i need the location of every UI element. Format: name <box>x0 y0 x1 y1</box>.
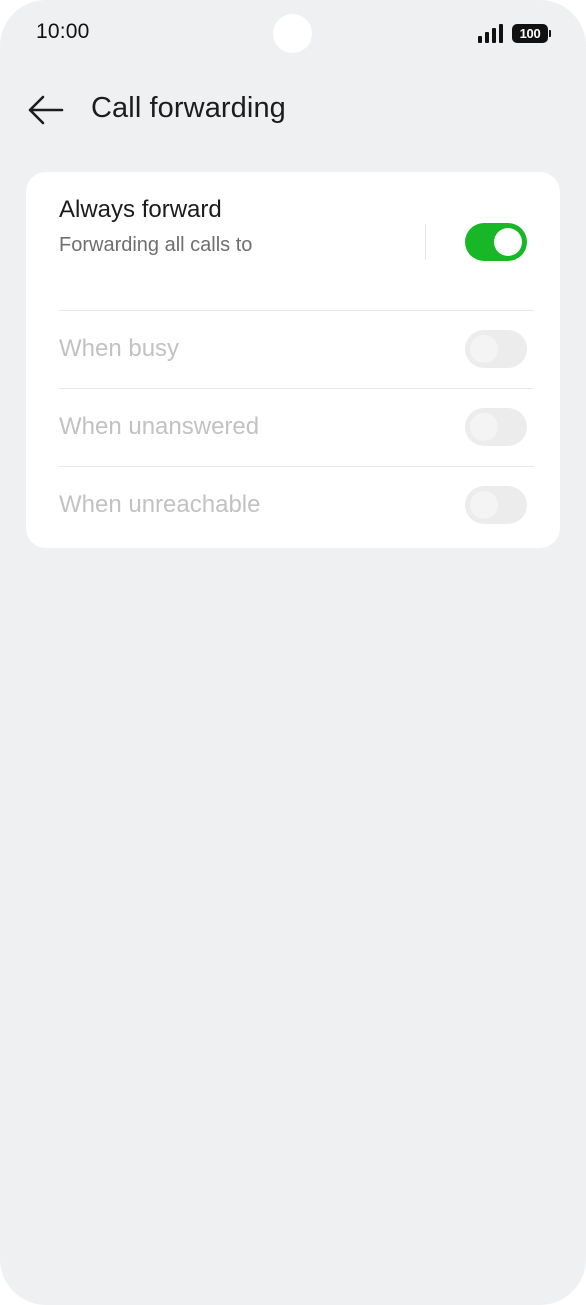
when-unanswered-toggle[interactable] <box>465 408 527 446</box>
always-forward-toggle[interactable] <box>465 223 527 261</box>
always-forward-row[interactable]: Always forward Forwarding all calls to <box>26 172 560 311</box>
status-time: 10:00 <box>36 20 90 43</box>
phone-screen: 10:00 100 Call forwarding Always forward… <box>0 0 586 1305</box>
signal-bars-icon <box>478 24 504 43</box>
page-title: Call forwarding <box>91 92 286 124</box>
when-unreachable-row[interactable]: When unreachable <box>26 467 560 545</box>
when-unanswered-row[interactable]: When unanswered <box>26 389 560 467</box>
toggle-knob <box>470 335 498 363</box>
when-unreachable-label: When unreachable <box>59 491 261 518</box>
arrow-left-icon <box>28 95 64 125</box>
always-forward-title: Always forward <box>59 196 222 223</box>
always-forward-subtitle: Forwarding all calls to <box>59 234 253 256</box>
toggle-knob <box>494 228 522 256</box>
status-bar: 10:00 100 <box>0 0 586 70</box>
vertical-divider <box>425 224 426 260</box>
back-button[interactable] <box>22 86 70 134</box>
when-busy-toggle[interactable] <box>465 330 527 368</box>
battery-icon: 100 <box>512 24 551 43</box>
when-busy-row[interactable]: When busy <box>26 311 560 389</box>
when-unanswered-label: When unanswered <box>59 413 260 440</box>
toggle-knob <box>470 491 498 519</box>
settings-card: Always forward Forwarding all calls to W… <box>26 172 560 548</box>
camera-cutout <box>273 14 312 53</box>
toggle-knob <box>470 413 498 441</box>
when-busy-label: When busy <box>59 335 180 362</box>
when-unreachable-toggle[interactable] <box>465 486 527 524</box>
